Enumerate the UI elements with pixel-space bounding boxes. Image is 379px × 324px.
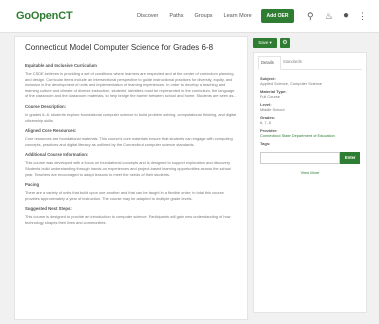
settings-gear-icon[interactable]: ⚙ xyxy=(280,38,290,48)
menu-icon[interactable]: ⋮ xyxy=(358,11,367,21)
section-heading-next-steps: Suggested Next Steps: xyxy=(25,206,72,212)
top-navigation-bar: GoOpenCT Discover Paths Groups Learn Mor… xyxy=(0,0,379,33)
tab-details[interactable]: Details xyxy=(258,56,281,70)
save-button[interactable]: Save ▾ xyxy=(253,38,277,48)
note-entry: Enter xyxy=(260,152,360,164)
metadata-list: Subject: Applied Science, Computer Scien… xyxy=(258,70,362,179)
main-nav: Discover Paths Groups Learn More xyxy=(137,13,252,19)
tab-standards[interactable]: Standards xyxy=(281,56,308,69)
meta-subject-value: Applied Science, Computer Science xyxy=(260,81,323,86)
meta-provider-value[interactable]: Connecticut State Department of Educatio… xyxy=(260,133,360,138)
section-text-additional-info: This course was developed with a focus o… xyxy=(25,160,231,177)
section-text-equity: The CSDE believes in providing a set of … xyxy=(25,71,237,99)
search-icon[interactable]: ⚲ xyxy=(307,11,314,21)
section-heading-equity: Equitable and Inclusive Curriculum xyxy=(25,63,97,68)
section-text-course-description: In grades 6–8, students explore foundati… xyxy=(25,111,237,123)
resource-description-panel: Connecticut Model Computer Science for G… xyxy=(14,36,248,320)
notifications-bell-icon[interactable]: ♨ xyxy=(325,11,333,21)
add-oer-button[interactable]: Add OER xyxy=(261,9,294,23)
enter-button[interactable]: Enter xyxy=(340,152,360,164)
section-heading-pacing: Pacing xyxy=(25,182,40,188)
view-more-link[interactable]: View More xyxy=(260,170,360,175)
save-label: Save xyxy=(258,40,269,45)
nav-groups[interactable]: Groups xyxy=(194,13,212,19)
section-heading-additional-info: Additional Course Information: xyxy=(25,152,89,158)
nav-paths[interactable]: Paths xyxy=(169,13,183,19)
meta-material-type-value: Full Course xyxy=(260,94,280,99)
meta-tags-key: Tags: xyxy=(260,141,271,146)
section-text-pacing: There are a variety of units that build … xyxy=(25,190,224,201)
section-heading-core-resources: Aligned Core Resources: xyxy=(25,128,77,134)
section-text-core-resources: Core resources are foundational material… xyxy=(25,136,233,147)
page-title: Connecticut Model Computer Science for G… xyxy=(25,43,214,52)
meta-level-value: Middle School xyxy=(260,107,285,112)
site-logo[interactable]: GoOpenCT xyxy=(16,10,73,22)
user-account-icon[interactable]: ● xyxy=(343,11,349,21)
section-text-next-steps: This course is designed to provide an in… xyxy=(25,214,231,225)
resource-sidebar: Save ▾ ⚙ Details Standards Subject: Appl… xyxy=(253,36,367,320)
sidebar-tabs: Details Standards xyxy=(258,56,362,70)
details-panel: Details Standards Subject: Applied Scien… xyxy=(253,52,367,313)
logo-suffix: CT xyxy=(58,10,73,22)
section-heading-course-description: Course Description: xyxy=(25,103,67,109)
note-input[interactable] xyxy=(260,152,341,164)
nav-discover[interactable]: Discover xyxy=(137,13,158,19)
logo-prefix: GoOpen xyxy=(16,10,59,22)
meta-grades-value: 6, 7, 8 xyxy=(260,120,271,125)
nav-learn-more[interactable]: Learn More xyxy=(224,13,252,19)
